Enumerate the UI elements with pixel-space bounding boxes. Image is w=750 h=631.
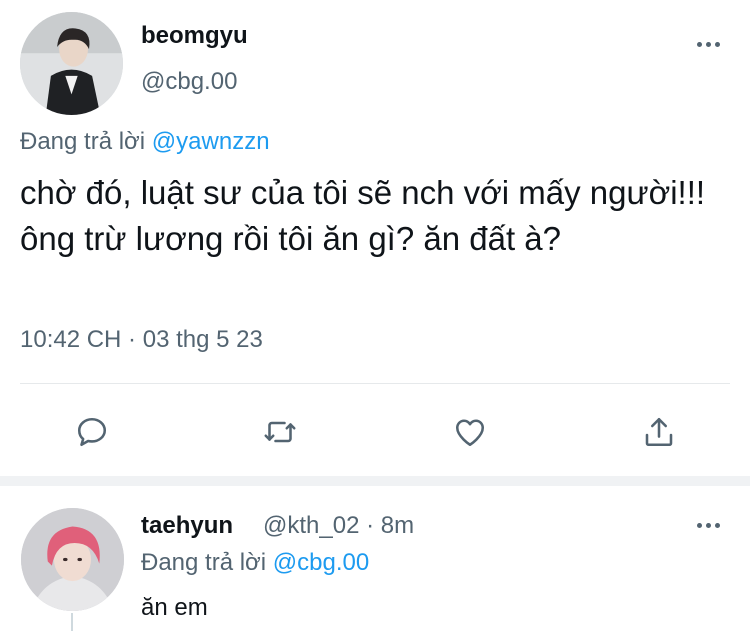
share-button[interactable] <box>637 410 681 454</box>
replying-to-line: Đang trả lời @yawnzzn <box>20 128 270 156</box>
author-name[interactable]: beomgyu <box>141 22 248 50</box>
reply-more-options-icon[interactable] <box>697 523 720 528</box>
reply-button[interactable] <box>70 410 114 454</box>
author-avatar[interactable] <box>20 12 123 115</box>
more-dot <box>697 42 702 47</box>
more-dot <box>715 523 720 528</box>
more-dot <box>706 42 711 47</box>
more-dot <box>706 523 711 528</box>
thread-connector-line <box>71 613 73 631</box>
action-bar-divider <box>20 383 730 384</box>
author-handle[interactable]: @cbg.00 <box>141 68 237 96</box>
reply-author-avatar[interactable] <box>21 508 124 611</box>
section-separator <box>0 476 750 486</box>
tweet-text: chờ đó, luật sư của tôi sẽ nch với mấy n… <box>20 174 706 257</box>
like-button[interactable] <box>448 410 492 454</box>
like-icon <box>455 419 485 447</box>
replying-to-prefix: Đang trả lời <box>20 128 146 155</box>
share-icon <box>645 417 673 447</box>
tweet-timestamp[interactable]: 10:42 CH · 03 thg 5 23 <box>20 326 263 354</box>
reply-replying-to-mention[interactable]: @cbg.00 <box>273 549 369 576</box>
retweet-button[interactable] <box>258 410 302 454</box>
reply-author-handle[interactable]: @kth_02 <box>263 512 359 539</box>
more-dot <box>715 42 720 47</box>
reply-author-name[interactable]: taehyun <box>141 512 233 540</box>
reply-icon <box>77 417 107 447</box>
reply-author-meta: @kth_02 · 8m <box>263 512 414 540</box>
reply-replying-to-line: Đang trả lời @cbg.00 <box>141 549 369 577</box>
reply-text: ăn em <box>141 594 208 621</box>
author-avatar-image <box>20 12 123 115</box>
reply-time[interactable]: 8m <box>381 512 414 539</box>
more-options-icon[interactable] <box>697 42 720 47</box>
replying-to-mention[interactable]: @yawnzzn <box>152 128 270 155</box>
reply-time-separator: · <box>366 512 375 539</box>
reply-replying-to-prefix: Đang trả lời <box>141 549 267 576</box>
reply-author-avatar-image <box>21 508 124 611</box>
retweet-icon <box>264 421 296 443</box>
more-dot <box>697 523 702 528</box>
